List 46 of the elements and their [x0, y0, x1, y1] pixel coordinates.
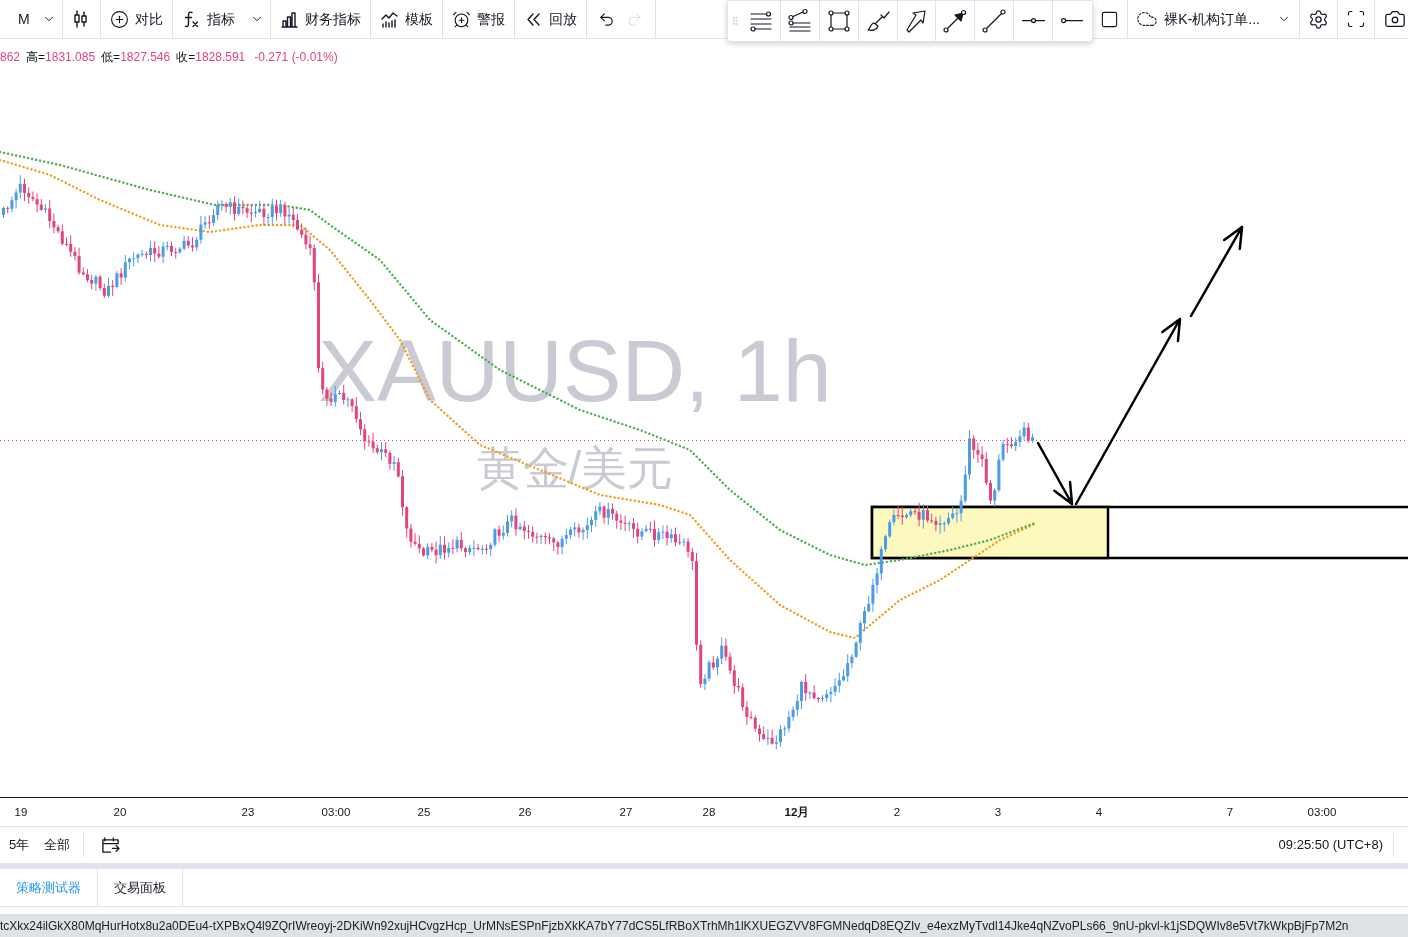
bar-chart-icon [279, 9, 299, 29]
axis-label: 03:00 [1307, 805, 1337, 820]
legend-label: 收= [176, 49, 196, 66]
clock-text: 09:25:50 (UTC+8) [1278, 833, 1394, 857]
panel-tab[interactable]: 交易面板 [98, 869, 183, 906]
legend-value: 862 [0, 49, 21, 66]
axis-label: 23 [241, 805, 255, 820]
camera-icon [1384, 8, 1406, 30]
axis-label: 4 [1095, 805, 1103, 820]
axis-label: 12月 [784, 805, 810, 820]
toolbar-button[interactable]: 对比 [100, 0, 172, 38]
axis-label: 26 [518, 805, 532, 820]
axis-label: 27 [619, 805, 633, 820]
toolbar-button[interactable]: 财务指标 [270, 0, 370, 38]
horizontal-ray-icon [1061, 18, 1084, 24]
range-button[interactable]: 全部 [39, 833, 76, 857]
square-icon [1099, 9, 1119, 29]
interval-button[interactable]: M [12, 0, 36, 38]
axis-label: 2 [893, 805, 901, 820]
legend-label: 高= [26, 49, 46, 66]
legend-change: -0.271 (-0.01%) [254, 49, 338, 66]
range-button[interactable]: 5年 [4, 833, 35, 857]
toolbar-button[interactable]: 指标 [172, 0, 244, 38]
settings-icon [1308, 8, 1329, 30]
axis-label: 3 [994, 805, 1002, 820]
calendar-arrow-icon [100, 835, 120, 855]
axis-label: 25 [417, 805, 431, 820]
legend-value: 1828.591 [195, 49, 246, 66]
horizontal-line-icon [1021, 18, 1045, 24]
layout-menu-button[interactable]: 裸K-机构订单... [1128, 0, 1300, 38]
toolbar-button[interactable]: 模板 [370, 0, 442, 38]
plus-circle-icon [109, 9, 129, 29]
url-text: tcXkx24ilGkX80MqHurHotx8u2a0DEu4-tXPBxQ4l9ZQrIWreoyj-2DKiWn92xujHCvgzHcp_UrMNsESPnFjzbXkKA7bY77dCS5LfRBoXTrhMh1lKXUEGZVV8FGMNedqD8EQZIv_e4exzMyTvdl14Jke4qNZvoPLs66_9nU-pkvl-k1jSDQWIv8e5Vt7kWkpBjFp7M2n [0, 917, 1349, 935]
axis-label: 03:00 [321, 805, 351, 820]
axis-label: 20 [113, 805, 127, 820]
legend-value: 1831.085 [45, 49, 96, 66]
trend-line-icon [980, 7, 1009, 35]
fullscreen-icon [1346, 9, 1366, 29]
toolbar-button[interactable]: 回放 [514, 0, 586, 38]
axis-label: 19 [14, 805, 28, 820]
alarm-clock-icon [451, 9, 471, 29]
axis-label: 28 [702, 805, 716, 820]
toolbar-button[interactable]: 警报 [442, 0, 514, 38]
legend-value: 1827.546 [120, 49, 171, 66]
legend-label: 低= [101, 49, 121, 66]
axis-label: 7 [1226, 805, 1234, 820]
